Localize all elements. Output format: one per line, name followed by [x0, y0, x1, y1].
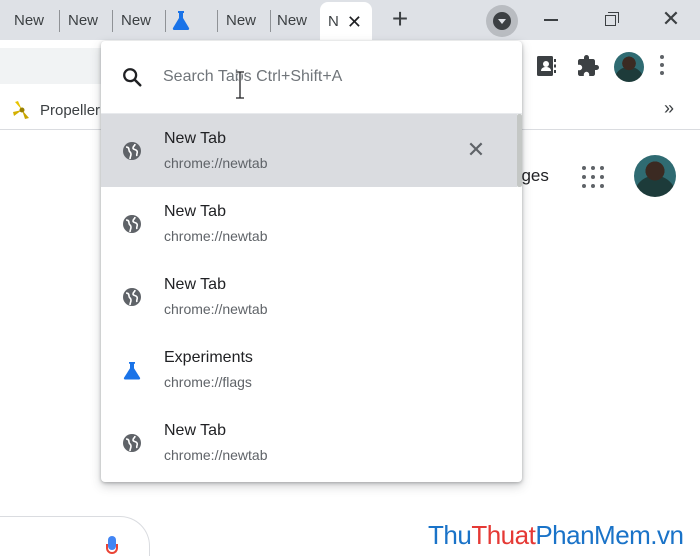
- microphone-icon[interactable]: [106, 536, 118, 556]
- restore-button[interactable]: [596, 6, 626, 34]
- search-icon: [123, 68, 142, 87]
- tab-result-row[interactable]: New Tab chrome://newtab: [101, 187, 522, 260]
- tab-result-row[interactable]: New Tab chrome://newtab: [101, 406, 522, 479]
- tab-active[interactable]: N ✕: [320, 2, 372, 40]
- tab-result-title: New Tab: [164, 276, 226, 293]
- tab-result-row[interactable]: New Tab chrome://newtab ✕: [101, 114, 517, 187]
- tab-result-title: Experiments: [164, 349, 253, 366]
- globe-icon: [123, 215, 141, 233]
- tab-search-popup: New Tab chrome://newtab ✕ New Tab chrome…: [101, 41, 522, 482]
- kebab-menu-icon[interactable]: [660, 55, 664, 77]
- google-search-box[interactable]: [0, 516, 150, 556]
- bookmark-label: Propeller: [40, 101, 101, 119]
- watermark-part: PhanMem.vn: [535, 520, 684, 550]
- tab-separator: [112, 10, 113, 32]
- bookmarks-overflow-button[interactable]: »: [664, 98, 674, 119]
- tab-separator: [217, 10, 218, 32]
- tab-result-url: chrome://newtab: [164, 228, 268, 244]
- watermark-part: Thu: [428, 520, 472, 550]
- tab-label: New: [121, 11, 152, 29]
- flask-icon: [172, 11, 190, 30]
- extensions-puzzle-icon[interactable]: [576, 54, 600, 78]
- propeller-icon: [13, 101, 29, 119]
- watermark-part: Thuat: [471, 520, 536, 550]
- tab-separator: [59, 10, 60, 32]
- tab-result-title: New Tab: [164, 422, 226, 439]
- scrollbar[interactable]: [517, 114, 522, 187]
- google-account-avatar[interactable]: [634, 155, 676, 197]
- tab-label: New: [226, 11, 257, 29]
- tab-result-title: New Tab: [164, 130, 226, 147]
- tab-label: New: [277, 11, 308, 29]
- reading-list-icon[interactable]: [534, 54, 558, 78]
- flask-icon: [123, 362, 141, 380]
- tab-strip: New New New New New N ✕ + ✕: [0, 0, 700, 40]
- tab-new-5[interactable]: New: [277, 0, 317, 40]
- close-window-button[interactable]: ✕: [656, 6, 686, 34]
- tab-label: New: [68, 11, 99, 29]
- tab-result-url: chrome://newtab: [164, 301, 268, 317]
- apps-grid-icon[interactable]: [582, 166, 604, 188]
- tab-new-1[interactable]: New: [14, 0, 54, 40]
- globe-icon: [123, 434, 141, 452]
- tab-search-bar: [101, 41, 522, 113]
- bookmark-propeller[interactable]: Propeller: [12, 100, 100, 120]
- tab-result-url: chrome://flags: [164, 374, 252, 390]
- tab-results-list: New Tab chrome://newtab ✕ New Tab chrome…: [101, 114, 522, 479]
- watermark: ThuThuatPhanMem.vn: [428, 520, 684, 551]
- tab-result-row[interactable]: Experiments chrome://flags: [101, 333, 522, 406]
- tab-separator: [270, 10, 271, 32]
- tab-result-row[interactable]: New Tab chrome://newtab: [101, 260, 522, 333]
- tab-label: New: [14, 11, 45, 29]
- minimize-button[interactable]: [536, 6, 566, 34]
- tab-new-3[interactable]: New: [121, 0, 161, 40]
- close-tab-icon[interactable]: ✕: [465, 139, 487, 162]
- globe-icon: [123, 142, 141, 160]
- tab-search-button[interactable]: [486, 5, 518, 37]
- new-tab-button[interactable]: +: [386, 5, 414, 34]
- tab-label: N: [328, 12, 339, 30]
- tab-separator: [165, 10, 166, 32]
- tab-result-title: New Tab: [164, 203, 226, 220]
- text-cursor-icon: [236, 71, 244, 99]
- profile-avatar[interactable]: [614, 52, 644, 82]
- tab-experiments[interactable]: [172, 0, 212, 40]
- close-icon[interactable]: ✕: [347, 12, 362, 33]
- tab-new-4[interactable]: New: [226, 0, 266, 40]
- chevron-down-circle-icon: [493, 12, 511, 30]
- tab-result-url: chrome://newtab: [164, 447, 268, 463]
- tab-result-url: chrome://newtab: [164, 155, 268, 171]
- tab-search-input[interactable]: [163, 63, 493, 91]
- globe-icon: [123, 288, 141, 306]
- tab-new-2[interactable]: New: [68, 0, 108, 40]
